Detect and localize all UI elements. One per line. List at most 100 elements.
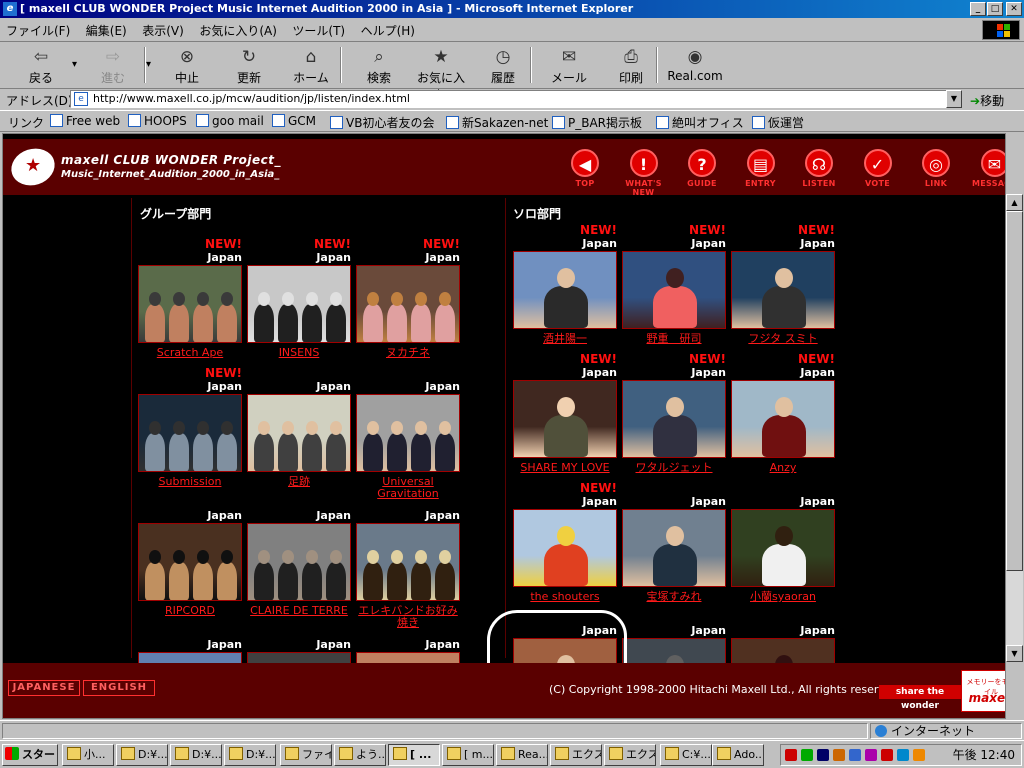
link-item[interactable]: 仮運営	[752, 114, 804, 131]
maxell-badge[interactable]: メモリーをモバイル maxell	[961, 670, 1005, 712]
go-button[interactable]: ➔移動	[970, 92, 1004, 109]
artist-name-link[interactable]: ワタルジェット	[622, 462, 726, 474]
artist-photo[interactable]	[622, 380, 726, 458]
toolbar-button-11[interactable]: ◉ Real.com	[666, 47, 724, 83]
toolbar-button-3[interactable]: ⊗ 中止	[158, 47, 216, 86]
taskbar-button[interactable]: よう...	[334, 744, 386, 766]
artist-photo[interactable]	[731, 251, 835, 329]
window-title-bar[interactable]: e [ maxell CLUB WONDER Project Music Int…	[0, 0, 1024, 18]
nav-guide[interactable]: ? GUIDE	[672, 149, 732, 188]
taskbar-button[interactable]: 小...	[62, 744, 114, 766]
artist-photo[interactable]	[138, 523, 242, 601]
artist-photo[interactable]	[247, 265, 351, 343]
artist-photo[interactable]	[513, 251, 617, 329]
artist-photo[interactable]	[356, 394, 460, 472]
artist-photo[interactable]	[356, 523, 460, 601]
artist-photo[interactable]	[513, 380, 617, 458]
artist-photo[interactable]	[138, 265, 242, 343]
artist-photo[interactable]	[138, 394, 242, 472]
address-dropdown-button[interactable]: ▼	[946, 90, 962, 108]
start-button[interactable]: スタート	[2, 744, 58, 766]
taskbar-button[interactable]: Rea...	[496, 744, 548, 766]
solo-card[interactable]: Japan 小蘭syaoran	[731, 481, 835, 603]
nav-message[interactable]: ✉ MESSAGE	[965, 149, 1005, 188]
scroll-thumb[interactable]	[1006, 211, 1023, 571]
taskbar-button[interactable]: D:¥...	[116, 744, 168, 766]
link-item[interactable]: goo mail	[196, 114, 264, 128]
nav-entry[interactable]: ▤ ENTRY	[731, 149, 791, 188]
minimize-button[interactable]: _	[970, 2, 986, 16]
artist-name-link[interactable]: the shouters	[513, 591, 617, 603]
link-item[interactable]: 絶叫オフィス	[656, 114, 744, 131]
tray-icon[interactable]	[849, 749, 861, 761]
toolbar-button-4[interactable]: ↻ 更新	[220, 47, 278, 86]
artist-name-link[interactable]: 小蘭syaoran	[731, 591, 835, 603]
taskbar-button[interactable]: Ado...	[712, 744, 764, 766]
toolbar-dropdown-icon[interactable]: ▾	[72, 59, 77, 70]
group-card[interactable]: NEW! Japan ヌカチネ	[356, 237, 460, 359]
menu-tools[interactable]: ツール(T)	[286, 18, 351, 43]
tray-icon[interactable]	[801, 749, 813, 761]
group-card[interactable]: Japan RIPCORD	[138, 495, 242, 617]
maximize-button[interactable]: □	[987, 2, 1003, 16]
artist-name-link[interactable]: 足跡	[247, 476, 351, 488]
toolbar-button-2[interactable]: ⇨ 進む	[84, 47, 142, 86]
tray-icon[interactable]	[865, 749, 877, 761]
artist-name-link[interactable]: 野重 研司	[622, 333, 726, 345]
solo-card[interactable]: NEW! Japan フジタ スミト	[731, 223, 835, 345]
group-card[interactable]: Japan Universal Gravitation	[356, 366, 460, 500]
tray-icon[interactable]	[881, 749, 893, 761]
link-item[interactable]: VB初心者友の会	[330, 114, 434, 131]
group-card[interactable]: NEW! Japan Scratch Ape	[138, 237, 242, 359]
site-logo[interactable]: ★ maxell CLUB WONDER Project_ Music_Inte…	[6, 143, 311, 191]
solo-card[interactable]: NEW! Japan 野重 研司	[622, 223, 726, 345]
taskbar-button[interactable]: C:¥...	[660, 744, 712, 766]
artist-name-link[interactable]: CLAIRE DE TERRE	[247, 605, 351, 617]
address-input[interactable]: e http://www.maxell.co.jp/mcw/audition/j…	[70, 90, 950, 108]
menu-view[interactable]: 表示(V)	[136, 18, 190, 43]
nav-top[interactable]: ◀ TOP	[555, 149, 615, 188]
artist-name-link[interactable]: RIPCORD	[138, 605, 242, 617]
solo-card[interactable]: NEW! Japan ワタルジェット	[622, 352, 726, 474]
taskbar-button[interactable]: ファイ...	[280, 744, 332, 766]
artist-name-link[interactable]: 宝塚すみれ	[622, 591, 726, 603]
menu-favorites[interactable]: お気に入り(A)	[193, 18, 283, 43]
solo-card[interactable]: Japan 宝塚すみれ	[622, 481, 726, 603]
artist-photo[interactable]	[731, 509, 835, 587]
artist-photo[interactable]	[247, 523, 351, 601]
artist-name-link[interactable]: Submission	[138, 476, 242, 488]
toolbar-button-10[interactable]: ⎙ 印刷	[602, 47, 660, 86]
toolbar-button-5[interactable]: ⌂ ホーム	[282, 47, 340, 86]
solo-card[interactable]: NEW! Japan 酒井陽一	[513, 223, 617, 345]
link-item[interactable]: 新Sakazen-net	[446, 114, 548, 131]
solo-card[interactable]: NEW! Japan SHARE MY LOVE	[513, 352, 617, 474]
toolbar-button-9[interactable]: ✉ メール	[540, 47, 598, 86]
artist-name-link[interactable]: Scratch Ape	[138, 347, 242, 359]
tray-icon[interactable]	[833, 749, 845, 761]
english-button[interactable]: ENGLISH	[83, 680, 155, 696]
link-item[interactable]: GCM	[272, 114, 316, 128]
tray-icon[interactable]	[897, 749, 909, 761]
toolbar-button-8[interactable]: ◷ 履歴	[474, 47, 532, 86]
artist-name-link[interactable]: 酒井陽一	[513, 333, 617, 345]
solo-card[interactable]: NEW! Japan the shouters	[513, 481, 617, 603]
taskbar-button[interactable]: エクス...	[550, 744, 602, 766]
group-card[interactable]: Japan エレキバンドお好み焼き	[356, 495, 460, 629]
nav-link[interactable]: ◎ LINK	[906, 149, 966, 188]
artist-name-link[interactable]: SHARE MY LOVE	[513, 462, 617, 474]
menu-file[interactable]: ファイル(F)	[0, 18, 76, 43]
scroll-down-button[interactable]: ▼	[1006, 645, 1023, 662]
tray-icon[interactable]	[817, 749, 829, 761]
close-button[interactable]: ✕	[1006, 2, 1022, 16]
group-card[interactable]: NEW! Japan INSENS	[247, 237, 351, 359]
toolbar-button-6[interactable]: ⌕ 検索	[350, 47, 408, 86]
link-item[interactable]: Free web	[50, 114, 120, 128]
artist-name-link[interactable]: Anzy	[731, 462, 835, 474]
artist-photo[interactable]	[622, 509, 726, 587]
artist-photo[interactable]	[356, 265, 460, 343]
taskbar-button[interactable]: D:¥...	[170, 744, 222, 766]
tray-icon[interactable]	[785, 749, 797, 761]
artist-photo[interactable]	[622, 251, 726, 329]
taskbar-button[interactable]: [ ...	[388, 744, 440, 766]
artist-name-link[interactable]: INSENS	[247, 347, 351, 359]
